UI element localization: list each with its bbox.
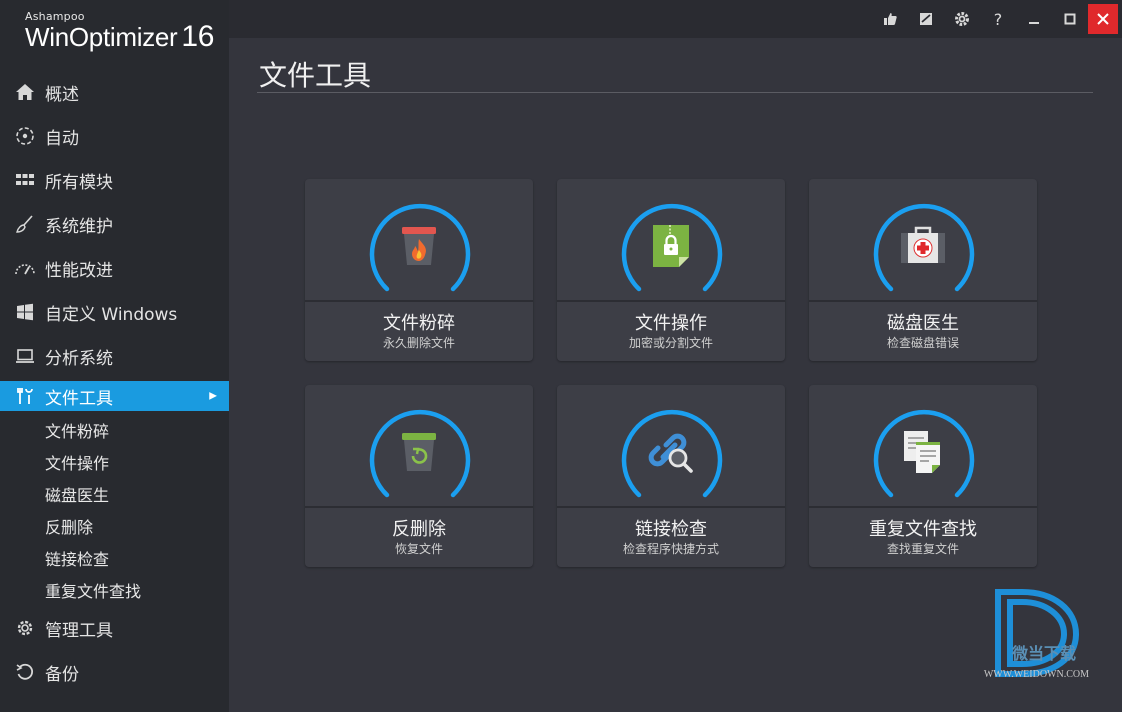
sidebar-item-label: 备份	[45, 664, 79, 685]
tools-icon	[14, 385, 36, 407]
tile-title: 文件操作	[635, 313, 707, 334]
tile-description: 查找重复文件	[886, 542, 959, 556]
maximize-icon[interactable]	[1052, 0, 1088, 38]
broom-icon	[14, 213, 36, 235]
thumbs-up-icon[interactable]	[872, 0, 908, 38]
window-controls: ?	[872, 0, 1122, 38]
tile-disk-doctor[interactable]: 磁盘医生 检查磁盘错误	[809, 179, 1037, 361]
auto-icon	[14, 125, 36, 147]
watermark-logo	[995, 589, 1080, 677]
sidebar-item-label: 自定义 Windows	[45, 304, 178, 325]
sidebar-item-backup[interactable]: 备份	[0, 650, 229, 694]
grid-icon	[14, 169, 36, 191]
caret-right-icon: ▶	[209, 390, 217, 402]
shredder-bin-icon	[402, 227, 436, 265]
sidebar-item-label: 管理工具	[45, 620, 113, 641]
app-window: Ashampoo WinOptimizer 16 概述 自动 所有模块 系统维护…	[0, 0, 1122, 712]
sidebar-item-overview[interactable]: 概述	[0, 70, 229, 114]
tile-description: 永久删除文件	[382, 336, 455, 350]
watermark-text: 微当下载	[1011, 644, 1076, 663]
gauge-icon	[14, 257, 36, 279]
tile-description: 恢复文件	[394, 542, 443, 556]
tile-title: 文件粉碎	[383, 313, 455, 334]
laptop-icon	[14, 345, 36, 367]
restore-bin-icon	[402, 433, 436, 471]
sidebar-item-auto[interactable]: 自动	[0, 114, 229, 158]
link-search-icon	[648, 433, 693, 473]
title-bar: ?	[229, 0, 1122, 38]
sidebar-item-label: 系统维护	[45, 216, 113, 237]
sidebar-item-analyze-system[interactable]: 分析系统	[0, 334, 229, 378]
sidebar-item-label: 概述	[45, 84, 79, 105]
tile-description: 检查程序快捷方式	[622, 542, 719, 556]
sidebar-item-label: 自动	[45, 128, 79, 149]
tile-title: 重复文件查找	[869, 519, 977, 540]
sidebar-item-admin-tools[interactable]: 管理工具	[0, 606, 229, 650]
minimize-icon[interactable]	[1016, 0, 1052, 38]
sidebar-item-label: 所有模块	[45, 172, 113, 193]
locked-file-icon	[653, 225, 689, 267]
duplicate-files-icon	[904, 431, 940, 473]
subitem-undeleter[interactable]: 反删除	[0, 510, 229, 542]
watermark-url: WWW.WEIDOWN.COM	[983, 669, 1089, 680]
settings-icon[interactable]	[944, 0, 980, 38]
sidebar-item-label: 分析系统	[45, 348, 113, 369]
tile-description: 检查磁盘错误	[886, 336, 959, 350]
brand-product: WinOptimizer 16	[25, 20, 215, 53]
subitem-disk-doctor[interactable]: 磁盘医生	[0, 478, 229, 510]
medical-kit-icon	[901, 226, 945, 263]
tile-duplicate-finder[interactable]: 重复文件查找 查找重复文件	[809, 385, 1037, 567]
help-icon[interactable]: ?	[980, 0, 1016, 38]
tile-title: 链接检查	[635, 519, 707, 540]
subitem-link-checker[interactable]: 链接检查	[0, 542, 229, 574]
page-title: 文件工具	[259, 59, 372, 92]
tools-grid: 文件粉碎 永久删除文件 文件操作 加密或分割文件 磁盘医生 检查磁盘错误 反删除…	[305, 179, 1037, 567]
tile-title: 磁盘医生	[887, 313, 959, 334]
tile-file-operations[interactable]: 文件操作 加密或分割文件	[557, 179, 785, 361]
title-divider	[257, 92, 1093, 93]
sidebar-item-label: 性能改进	[45, 260, 113, 281]
windows-icon	[14, 301, 36, 323]
tile-file-shredder[interactable]: 文件粉碎 永久删除文件	[305, 179, 533, 361]
sidebar-item-customize-windows[interactable]: 自定义 Windows	[0, 290, 229, 334]
restore-icon	[14, 661, 36, 683]
notes-icon[interactable]	[908, 0, 944, 38]
sidebar-item-label: 文件工具	[45, 388, 113, 409]
tile-title: 反删除	[392, 519, 446, 540]
sidebar-item-all-modules[interactable]: 所有模块	[0, 158, 229, 202]
subitem-file-operations[interactable]: 文件操作	[0, 446, 229, 478]
subitem-duplicate-finder[interactable]: 重复文件查找	[0, 574, 229, 606]
sidebar: Ashampoo WinOptimizer 16 概述 自动 所有模块 系统维护…	[0, 0, 229, 712]
tile-description: 加密或分割文件	[628, 336, 713, 350]
sidebar-nav: 概述 自动 所有模块 系统维护 性能改进 自定义 Windows 分析系统 文件…	[0, 70, 229, 694]
sidebar-item-file-tools[interactable]: 文件工具 ▶	[0, 381, 229, 411]
sidebar-item-performance[interactable]: 性能改进	[0, 246, 229, 290]
main-panel: 文件工具 文件粉碎 永久删除文件 文件操作 加密或分割文件 磁盘医生 检查磁盘错…	[229, 38, 1122, 712]
home-icon	[14, 81, 36, 103]
brand-logo: Ashampoo WinOptimizer 16	[25, 10, 215, 53]
sidebar-item-system-maintenance[interactable]: 系统维护	[0, 202, 229, 246]
tile-link-checker[interactable]: 链接检查 检查程序快捷方式	[557, 385, 785, 567]
gear-icon	[14, 617, 36, 639]
tile-undeleter[interactable]: 反删除 恢复文件	[305, 385, 533, 567]
close-icon[interactable]	[1088, 4, 1118, 34]
subitem-file-shredder[interactable]: 文件粉碎	[0, 414, 229, 446]
